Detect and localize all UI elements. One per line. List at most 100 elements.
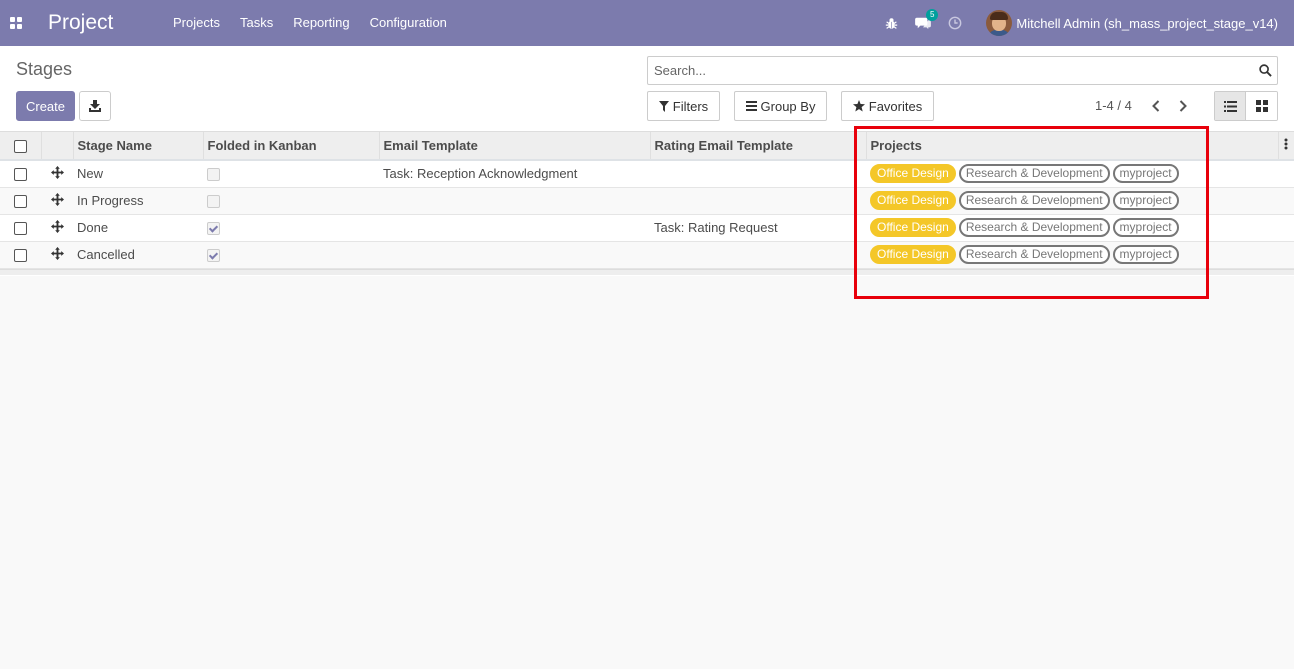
vertical-dots-icon	[1284, 138, 1288, 150]
column-header-stage-name[interactable]: Stage Name	[73, 132, 204, 161]
email-template-cell: Task: Reception Acknowledgment	[379, 160, 650, 188]
select-all-cell	[0, 132, 42, 161]
row-handle[interactable]	[41, 241, 73, 269]
apps-menu-button[interactable]	[0, 0, 32, 46]
systray: 5 Mitchell Admin (sh_mass_project_stage_…	[872, 0, 1278, 46]
pager-value[interactable]: 1-4 / 4	[1095, 98, 1132, 113]
folded-cell	[203, 187, 379, 215]
list-icon	[1223, 100, 1237, 112]
row-handle[interactable]	[41, 160, 73, 188]
table-row[interactable]: Done Task: Rating Request Office Design R…	[0, 214, 1294, 242]
menu-item-tasks[interactable]: Tasks	[230, 0, 283, 46]
apps-grid-icon	[10, 17, 22, 29]
table-row[interactable]: Cancelled Office Design Research & Develo…	[0, 241, 1294, 269]
drag-handle-icon	[50, 192, 64, 206]
project-tag: Research & Development	[958, 191, 1110, 210]
column-header-projects[interactable]: Projects	[866, 132, 1279, 161]
column-header-rating-template[interactable]: Rating Email Template	[650, 132, 867, 161]
export-button[interactable]	[79, 91, 111, 121]
row-checkbox[interactable]	[14, 222, 27, 236]
projects-cell: Office Design Research & Development mypro…	[866, 160, 1278, 188]
messages-icon[interactable]: 5	[910, 0, 939, 46]
stage-name-cell: In Progress	[73, 187, 203, 215]
stage-name-cell: Done	[73, 214, 203, 242]
row-checkbox[interactable]	[14, 249, 27, 263]
menu-item-projects[interactable]: Projects	[163, 0, 230, 46]
projects-cell: Office Design Research & Development mypro…	[866, 241, 1278, 269]
table-row[interactable]: New Task: Reception Acknowledgment Offic…	[0, 160, 1294, 188]
select-all-checkbox[interactable]	[13, 140, 27, 154]
folded-checkbox-checked	[207, 249, 220, 263]
stages-table: Stage Name Folded in Kanban Email Templa…	[0, 132, 1294, 269]
create-button[interactable]: Create	[16, 91, 75, 121]
table-row[interactable]: In Progress Office Design Research & Deve…	[0, 187, 1294, 215]
stage-name-cell: New	[73, 160, 203, 188]
folded-checkbox	[207, 168, 220, 182]
drag-handle-icon	[50, 165, 64, 179]
row-filler	[1278, 214, 1294, 242]
row-handle[interactable]	[41, 214, 73, 242]
stages-list: Stage Name Folded in Kanban Email Templa…	[0, 132, 1294, 276]
project-tag: Research & Development	[958, 218, 1110, 237]
group-by-button[interactable]: Group By	[734, 91, 827, 121]
search-icon[interactable]	[1253, 58, 1277, 84]
favorites-label: Favorites	[868, 98, 923, 114]
project-tag: myproject	[1112, 164, 1179, 184]
optional-columns-toggle[interactable]	[1278, 132, 1294, 161]
pager-previous-button[interactable]	[1149, 98, 1163, 114]
user-menu[interactable]: Mitchell Admin (sh_mass_project_stage_v1…	[986, 10, 1278, 36]
projects-cell: Office Design Research & Development mypro…	[866, 187, 1278, 215]
folded-checkbox	[207, 195, 220, 209]
drag-handle-icon	[50, 246, 64, 260]
row-filler	[1278, 241, 1294, 269]
app-brand[interactable]: Project	[48, 11, 158, 35]
table-header-row: Stage Name Folded in Kanban Email Templa…	[0, 132, 1294, 161]
group-by-label: Group By	[760, 98, 816, 114]
row-handle[interactable]	[41, 187, 73, 215]
rating-template-cell	[650, 160, 866, 188]
star-icon	[852, 100, 865, 112]
rating-template-cell	[650, 187, 866, 215]
project-tag: myproject	[1112, 218, 1179, 237]
row-checkbox[interactable]	[14, 195, 27, 209]
row-select-cell	[0, 214, 41, 242]
filters-label: Filters	[672, 98, 709, 114]
list-view-button[interactable]	[1215, 92, 1247, 120]
column-header-email-template[interactable]: Email Template	[379, 132, 651, 161]
messages-count-badge: 5	[925, 9, 939, 21]
email-template-cell	[379, 187, 650, 215]
chevron-right-icon	[1179, 100, 1187, 112]
handle-header	[41, 132, 74, 161]
activity-clock-icon[interactable]	[942, 0, 968, 46]
email-template-cell	[379, 241, 650, 269]
download-icon	[89, 100, 101, 112]
folded-cell	[203, 214, 379, 242]
menu-item-reporting[interactable]: Reporting	[283, 0, 359, 46]
top-navbar: Project Projects Tasks Reporting Configu…	[0, 0, 1294, 46]
project-tag: Office Design	[870, 245, 956, 264]
row-filler	[1278, 160, 1294, 188]
stage-name-cell: Cancelled	[73, 241, 203, 269]
main-menu: Projects Tasks Reporting Configuration	[163, 0, 457, 46]
row-select-cell	[0, 187, 41, 215]
favorites-button[interactable]: Favorites	[841, 91, 934, 121]
rating-template-cell	[650, 241, 866, 269]
row-select-cell	[0, 160, 41, 188]
control-panel: Stages Create Filters Group By Favorites…	[0, 46, 1294, 132]
rating-template-cell: Task: Rating Request	[650, 214, 866, 242]
project-tag: myproject	[1112, 191, 1179, 210]
row-select-cell	[0, 241, 41, 269]
search-input[interactable]	[648, 57, 1253, 84]
search-bar	[647, 56, 1278, 85]
column-header-folded[interactable]: Folded in Kanban	[203, 132, 380, 161]
folded-cell	[203, 160, 379, 188]
project-tag: Office Design	[870, 164, 956, 184]
grid-icon	[1255, 100, 1268, 112]
pager-next-button[interactable]	[1176, 98, 1190, 114]
filters-button[interactable]: Filters	[647, 91, 720, 121]
menu-item-configuration[interactable]: Configuration	[360, 0, 457, 46]
row-checkbox[interactable]	[14, 168, 27, 182]
kanban-view-button[interactable]	[1246, 92, 1277, 120]
debug-bug-icon[interactable]	[878, 0, 904, 46]
project-tag: myproject	[1112, 245, 1179, 264]
